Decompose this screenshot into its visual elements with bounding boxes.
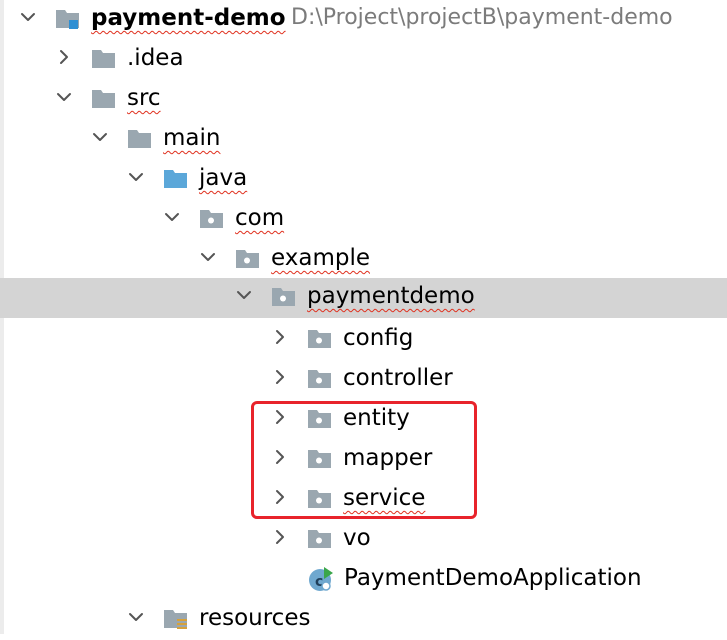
chevron-right-icon[interactable] xyxy=(270,327,290,347)
chevron-down-icon[interactable] xyxy=(18,7,38,27)
package-icon xyxy=(307,447,331,471)
package-icon xyxy=(199,207,223,231)
chevron-down-icon[interactable] xyxy=(198,247,218,267)
chevron-down-icon[interactable] xyxy=(90,127,110,147)
chevron-right-icon[interactable] xyxy=(270,407,290,427)
package-icon xyxy=(235,247,259,271)
tree-row-config[interactable]: config xyxy=(0,320,727,360)
tree-row-vo[interactable]: vo xyxy=(0,520,727,560)
root-project-name: payment-demo xyxy=(91,5,286,31)
tree-row-idea[interactable]: .idea xyxy=(0,40,727,80)
tree-row-main[interactable]: main xyxy=(0,120,727,160)
tree-item-label: src xyxy=(127,85,161,111)
tree-item-label: paymentdemo xyxy=(307,283,475,309)
tree-row-java[interactable]: java xyxy=(0,160,727,200)
tree-row-paymentdemo[interactable]: paymentdemo xyxy=(0,278,727,318)
tree-row-controller[interactable]: controller xyxy=(0,360,727,400)
tree-item-label: main xyxy=(163,125,221,151)
chevron-down-icon[interactable] xyxy=(162,207,182,227)
tree-row-resources[interactable]: resources xyxy=(0,600,727,640)
module-folder-icon xyxy=(55,7,79,31)
tree-row-example[interactable]: example xyxy=(0,240,727,280)
tree-item-label: entity xyxy=(343,405,410,431)
chevron-right-icon[interactable] xyxy=(270,487,290,507)
tree-item-label: java xyxy=(199,165,248,191)
tree-row-src[interactable]: src xyxy=(0,80,727,120)
chevron-right-icon[interactable] xyxy=(54,47,74,67)
tree-item-label: .idea xyxy=(127,45,184,71)
tree-row-service[interactable]: service xyxy=(0,480,727,520)
tree-item-label: PaymentDemoApplication xyxy=(344,565,642,591)
package-icon xyxy=(307,327,331,351)
tree-item-label: vo xyxy=(343,525,371,551)
tree-row-mapper[interactable]: mapper xyxy=(0,440,727,480)
source-root-folder-icon xyxy=(163,167,187,191)
root-project-path: D:\Project\projectB\payment-demo xyxy=(291,5,673,30)
chevron-right-icon[interactable] xyxy=(270,367,290,387)
chevron-right-icon[interactable] xyxy=(270,447,290,467)
tree-item-label: config xyxy=(343,325,414,351)
chevron-right-icon[interactable] xyxy=(270,527,290,547)
chevron-down-icon[interactable] xyxy=(54,87,74,107)
chevron-down-icon[interactable] xyxy=(126,167,146,187)
folder-icon xyxy=(91,87,115,111)
folder-icon xyxy=(127,127,151,151)
tree-row-paymentdemoapplication[interactable]: c PaymentDemoApplication xyxy=(0,560,727,600)
spring-boot-class-icon: c xyxy=(307,565,335,593)
tree-row-root[interactable]: payment-demo D:\Project\projectB\payment… xyxy=(0,0,727,40)
package-icon xyxy=(271,285,295,309)
folder-icon xyxy=(91,47,115,71)
resources-folder-icon xyxy=(163,607,187,631)
tree-item-label: mapper xyxy=(343,445,433,471)
tree-item-label: service xyxy=(343,485,426,511)
tree-row-com[interactable]: com xyxy=(0,200,727,240)
project-tree: payment-demo D:\Project\projectB\payment… xyxy=(0,0,727,634)
tree-row-entity[interactable]: entity xyxy=(0,400,727,440)
chevron-down-icon[interactable] xyxy=(234,285,254,305)
tree-item-label: resources xyxy=(199,605,311,631)
package-icon xyxy=(307,527,331,551)
chevron-down-icon[interactable] xyxy=(126,607,146,627)
package-icon xyxy=(307,487,331,511)
tree-item-label: example xyxy=(271,245,370,271)
tree-item-label: controller xyxy=(343,365,453,391)
tree-item-label: com xyxy=(235,205,285,231)
package-icon xyxy=(307,407,331,431)
package-icon xyxy=(307,367,331,391)
